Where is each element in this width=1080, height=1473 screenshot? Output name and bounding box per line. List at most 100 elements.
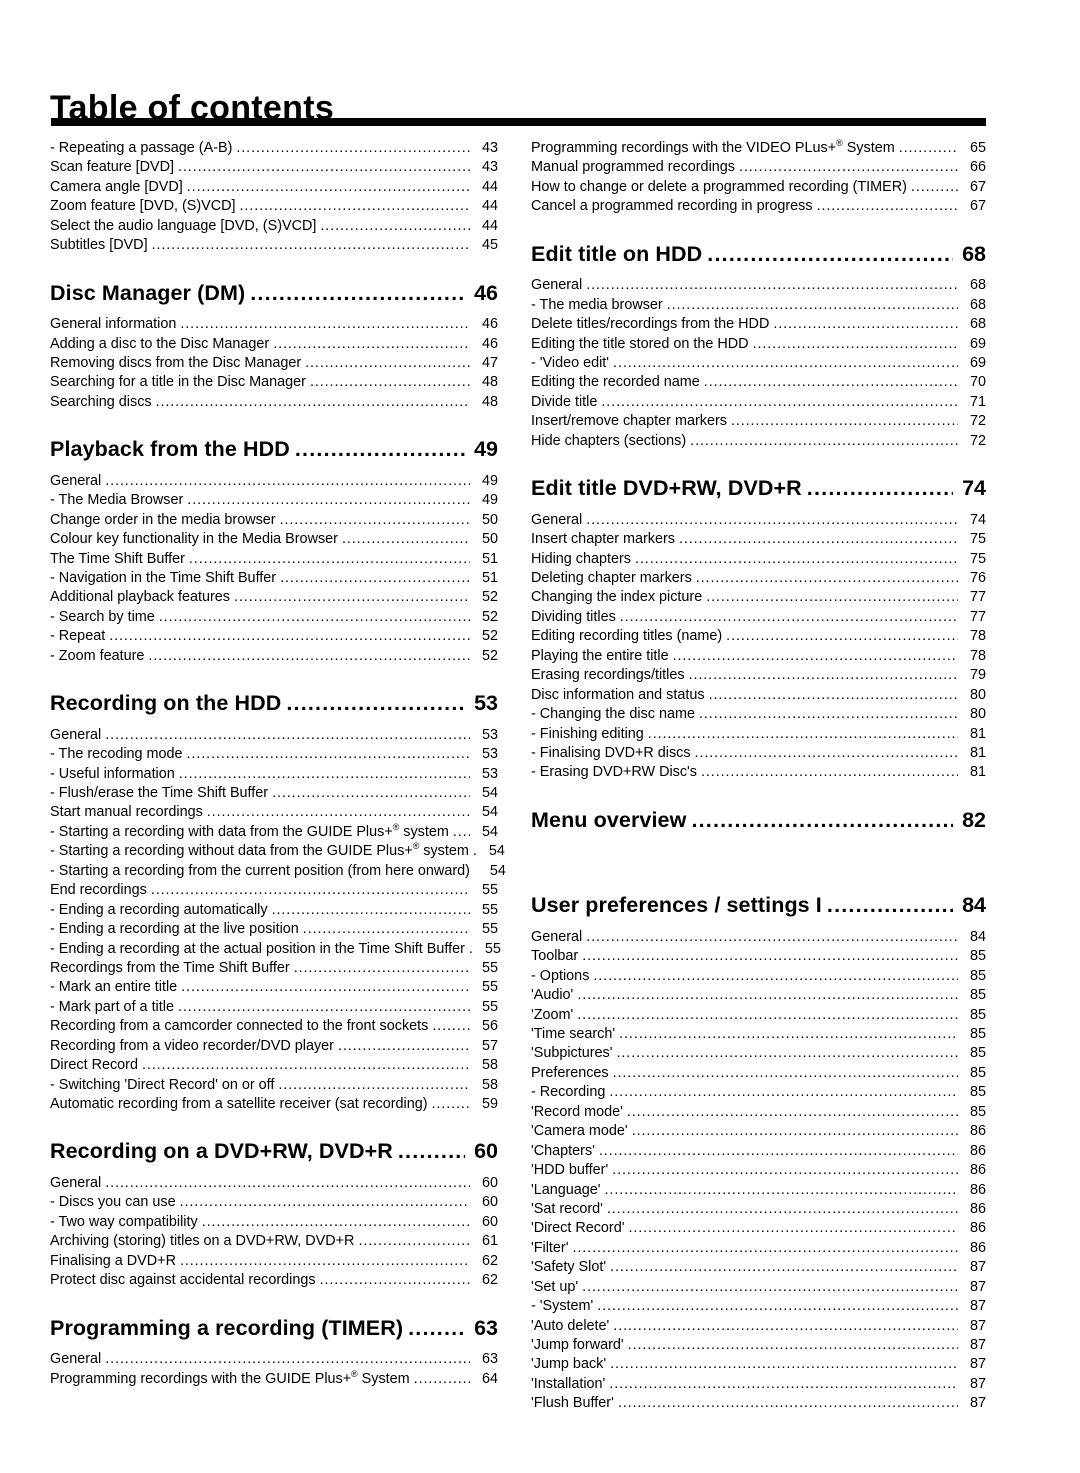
toc-entry[interactable]: - Starting a recording from the current …: [50, 862, 506, 881]
toc-entry[interactable]: 'Camera mode'...........................…: [531, 1122, 986, 1141]
toc-entry[interactable]: 'Jump forward'..........................…: [531, 1336, 986, 1355]
toc-entry[interactable]: - Switching 'Direct Record' on or off...…: [50, 1076, 498, 1095]
toc-entry[interactable]: - Options...............................…: [531, 967, 986, 986]
toc-entry[interactable]: - Ending a recording at the actual posit…: [50, 940, 501, 959]
toc-entry[interactable]: Colour key functionality in the Media Br…: [50, 530, 498, 549]
toc-entry[interactable]: General.................................…: [531, 928, 986, 947]
toc-entry[interactable]: 'Direct Record'.........................…: [531, 1219, 986, 1238]
toc-entry[interactable]: Direct Record...........................…: [50, 1056, 498, 1075]
toc-entry[interactable]: 'Auto delete'...........................…: [531, 1317, 986, 1336]
toc-entry[interactable]: General.................................…: [531, 511, 986, 530]
toc-entry[interactable]: 'Installation'..........................…: [531, 1375, 986, 1394]
toc-entry[interactable]: Preferences.............................…: [531, 1064, 986, 1083]
toc-entry[interactable]: - The Media Browser.....................…: [50, 491, 498, 510]
toc-entry[interactable]: - Mark part of a title..................…: [50, 998, 498, 1017]
toc-entry[interactable]: - The recoding mode.....................…: [50, 745, 498, 764]
toc-entry[interactable]: Finalising a DVD+R......................…: [50, 1252, 498, 1271]
toc-entry[interactable]: Dividing titles.........................…: [531, 608, 986, 627]
toc-entry[interactable]: - Starting a recording with data from th…: [50, 823, 498, 842]
toc-entry[interactable]: Cancel a programmed recording in progres…: [531, 197, 986, 216]
toc-entry[interactable]: End recordings..........................…: [50, 881, 498, 900]
toc-entry[interactable]: The Time Shift Buffer...................…: [50, 550, 498, 569]
toc-entry[interactable]: 'Safety Slot'...........................…: [531, 1258, 986, 1277]
toc-entry[interactable]: Editing the recorded name...............…: [531, 373, 986, 392]
toc-entry[interactable]: Zoom feature [DVD, (S)VCD]..............…: [50, 197, 498, 216]
toc-entry[interactable]: 'Time search'...........................…: [531, 1025, 986, 1044]
toc-entry[interactable]: - Useful information....................…: [50, 765, 498, 784]
toc-entry[interactable]: Changing the index picture..............…: [531, 588, 986, 607]
toc-entry[interactable]: - The media browser.....................…: [531, 296, 986, 315]
toc-entry[interactable]: - Mark an entire title..................…: [50, 978, 498, 997]
toc-entry[interactable]: 'Set up'................................…: [531, 1278, 986, 1297]
toc-entry[interactable]: - Navigation in the Time Shift Buffer...…: [50, 569, 498, 588]
toc-entry[interactable]: Manual programmed recordings............…: [531, 158, 986, 177]
toc-entry[interactable]: 'HDD buffer'............................…: [531, 1161, 986, 1180]
toc-entry[interactable]: Hiding chapters.........................…: [531, 550, 986, 569]
toc-section-recording-on-a-dvd-rw-dvd-r[interactable]: Recording on a DVD+RW, DVD+R............…: [50, 1141, 498, 1163]
toc-section-disc-manager-dm[interactable]: Disc Manager (DM).......................…: [50, 282, 498, 305]
toc-entry[interactable]: 'Filter'................................…: [531, 1239, 986, 1258]
toc-entry[interactable]: General.................................…: [50, 1350, 498, 1369]
toc-entry[interactable]: Recording from a camcorder connected to …: [50, 1017, 498, 1036]
toc-entry[interactable]: - Flush/erase the Time Shift Buffer.....…: [50, 784, 498, 803]
toc-entry[interactable]: Scan feature [DVD]......................…: [50, 158, 498, 177]
toc-entry[interactable]: - 'System'..............................…: [531, 1297, 986, 1316]
toc-entry[interactable]: Erasing recordings/titles...............…: [531, 666, 986, 685]
toc-entry[interactable]: Subtitles [DVD].........................…: [50, 236, 498, 255]
toc-entry[interactable]: General.................................…: [50, 726, 498, 745]
toc-entry[interactable]: Disc information and status.............…: [531, 686, 986, 705]
toc-entry[interactable]: Protect disc against accidental recordin…: [50, 1271, 498, 1290]
toc-entry[interactable]: 'Flush Buffer'..........................…: [531, 1394, 986, 1413]
toc-entry[interactable]: - Finishing editing.....................…: [531, 725, 986, 744]
toc-entry[interactable]: 'Subpictures'...........................…: [531, 1044, 986, 1063]
toc-entry[interactable]: Programming recordings with the GUIDE Pl…: [50, 1369, 498, 1389]
toc-entry[interactable]: Searching for a title in the Disc Manage…: [50, 373, 498, 392]
toc-entry[interactable]: - Ending a recording automatically......…: [50, 901, 498, 920]
toc-entry[interactable]: - Two way compatibility.................…: [50, 1213, 498, 1232]
toc-entry[interactable]: Archiving (storing) titles on a DVD+RW, …: [50, 1232, 498, 1251]
toc-entry[interactable]: Hide chapters (sections)................…: [531, 432, 986, 451]
toc-entry[interactable]: - Repeat................................…: [50, 627, 498, 646]
toc-entry[interactable]: 'Chapters'..............................…: [531, 1142, 986, 1161]
toc-entry[interactable]: Deleting chapter markers................…: [531, 569, 986, 588]
toc-entry[interactable]: Editing recording titles (name).........…: [531, 627, 986, 646]
toc-entry[interactable]: Camera angle [DVD]......................…: [50, 178, 498, 197]
toc-entry[interactable]: - Starting a recording without data from…: [50, 842, 505, 861]
toc-entry[interactable]: Automatic recording from a satellite rec…: [50, 1095, 498, 1114]
toc-entry[interactable]: Removing discs from the Disc Manager....…: [50, 354, 498, 373]
toc-entry[interactable]: General.................................…: [50, 472, 498, 491]
toc-entry[interactable]: General.................................…: [50, 1174, 498, 1193]
toc-entry[interactable]: Programming recordings with the VIDEO PL…: [531, 139, 986, 158]
toc-entry[interactable]: 'Language'..............................…: [531, 1181, 986, 1200]
toc-entry[interactable]: - Erasing DVD+RW Disc's.................…: [531, 763, 986, 782]
toc-entry[interactable]: Adding a disc to the Disc Manager.......…: [50, 335, 498, 354]
toc-entry[interactable]: - Recording.............................…: [531, 1083, 986, 1102]
toc-section-playback-from-the-hdd[interactable]: Playback from the HDD...................…: [50, 439, 498, 461]
toc-entry[interactable]: How to change or delete a programmed rec…: [531, 178, 986, 197]
toc-entry[interactable]: General.................................…: [531, 276, 986, 295]
toc-entry[interactable]: Recording from a video recorder/DVD play…: [50, 1037, 498, 1056]
toc-entry[interactable]: - 'Video edit'..........................…: [531, 354, 986, 373]
toc-entry[interactable]: 'Audio'.................................…: [531, 986, 986, 1005]
toc-entry[interactable]: 'Record mode'...........................…: [531, 1103, 986, 1122]
toc-entry[interactable]: Recordings from the Time Shift Buffer...…: [50, 959, 498, 978]
toc-section-edit-title-on-hdd[interactable]: Edit title on HDD.......................…: [531, 243, 986, 266]
toc-entry[interactable]: Additional playback features............…: [50, 588, 498, 607]
toc-section-edit-title-dvd-rw-dvd-r[interactable]: Edit title DVD+RW, DVD+R................…: [531, 478, 986, 500]
toc-section-programming-a-recording-timer[interactable]: Programming a recording (TIMER).........…: [50, 1317, 498, 1340]
toc-entry[interactable]: Change order in the media browser.......…: [50, 511, 498, 530]
toc-entry[interactable]: 'Jump back'.............................…: [531, 1355, 986, 1374]
toc-entry[interactable]: - Changing the disc name................…: [531, 705, 986, 724]
toc-entry[interactable]: Select the audio language [DVD, (S)VCD].…: [50, 217, 498, 236]
toc-section-user-preferences-settings-i[interactable]: User preferences / settings I...........…: [531, 895, 986, 917]
toc-entry[interactable]: Searching discs.........................…: [50, 393, 498, 412]
toc-section-menu-overview[interactable]: Menu overview...........................…: [531, 809, 986, 832]
toc-entry[interactable]: Delete titles/recordings from the HDD...…: [531, 315, 986, 334]
toc-entry[interactable]: 'Zoom'..................................…: [531, 1006, 986, 1025]
toc-entry[interactable]: - Ending a recording at the live positio…: [50, 920, 498, 939]
toc-entry[interactable]: Insert/remove chapter markers...........…: [531, 412, 986, 431]
toc-entry[interactable]: General information.....................…: [50, 315, 498, 334]
toc-entry[interactable]: - Zoom feature..........................…: [50, 647, 498, 666]
toc-entry[interactable]: - Finalising DVD+R discs................…: [531, 744, 986, 763]
toc-entry[interactable]: Divide title............................…: [531, 393, 986, 412]
